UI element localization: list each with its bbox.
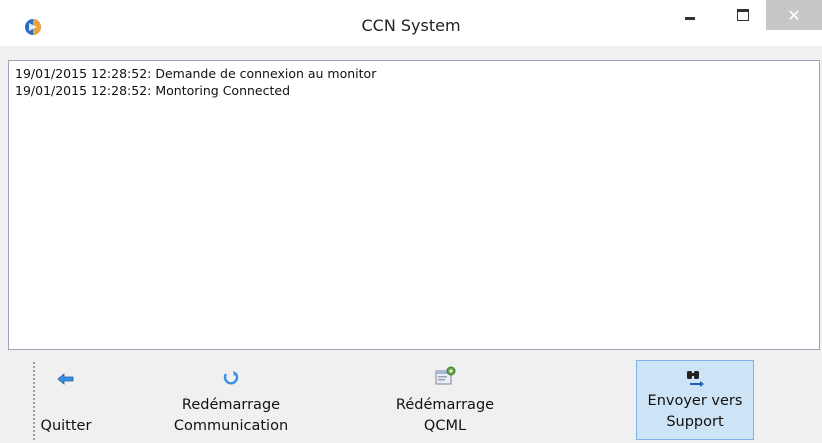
main-window: CCN System ✕ 19/01/2015 12:28:52: Demand…	[0, 0, 822, 443]
log-textbox[interactable]: 19/01/2015 12:28:52: Demande de connexio…	[8, 60, 820, 350]
maximize-button[interactable]	[722, 0, 764, 30]
title-bar[interactable]: CCN System ✕	[0, 0, 822, 46]
close-icon: ✕	[787, 5, 801, 25]
maximize-icon	[737, 9, 749, 21]
restart-qcml-label: Rédémarrage QCML	[395, 397, 495, 434]
close-button[interactable]: ✕	[766, 0, 822, 30]
minimize-button[interactable]	[669, 0, 711, 30]
toolbar-grip[interactable]	[33, 362, 37, 440]
refresh-icon	[222, 360, 240, 386]
minimize-icon	[685, 16, 695, 20]
quit-button[interactable]: Quitter	[38, 360, 94, 443]
restart-communication-button[interactable]: Redémarrage Communication	[156, 360, 306, 443]
back-arrow-icon	[57, 360, 75, 386]
quit-label: Quitter	[40, 418, 92, 434]
log-line: 19/01/2015 12:28:52: Demande de connexio…	[15, 66, 377, 81]
restart-qcml-button[interactable]: Rédémarrage QCML	[370, 360, 520, 443]
restart-communication-label: Redémarrage Communication	[173, 397, 289, 434]
send-to-support-label: Envoyer vers Support	[647, 393, 743, 430]
send-to-support-button[interactable]: Envoyer vers Support	[636, 360, 754, 440]
settings-window-icon	[434, 360, 456, 386]
log-line: 19/01/2015 12:28:52: Montoring Connected	[15, 83, 290, 98]
binoculars-send-icon	[684, 361, 706, 387]
app-globe-icon[interactable]	[24, 18, 42, 36]
